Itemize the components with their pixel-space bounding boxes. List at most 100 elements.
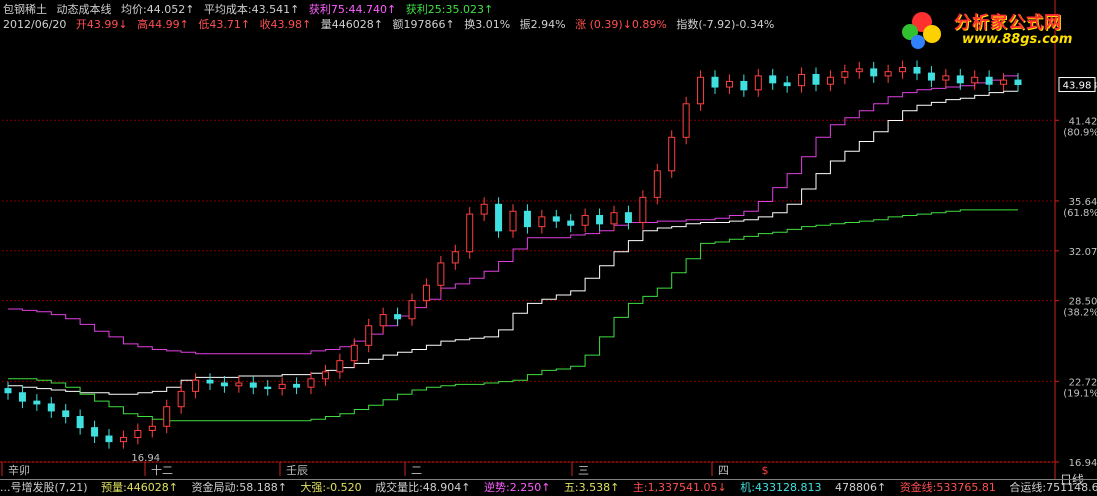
candle-body <box>624 212 632 223</box>
candle-body <box>264 386 272 390</box>
candle-body <box>466 213 474 253</box>
turnover-label: 换3.01% <box>464 18 511 31</box>
logo-icon <box>902 12 941 49</box>
candle-body <box>148 425 156 431</box>
index-label: 指数(-7.92)-0.34% <box>676 18 775 31</box>
header-row-2: 2012/06/20 开43.99↓ 高44.99↑ 低43.71↑ 收43.9… <box>3 18 780 32</box>
bottom-item: 机:433128.813 <box>740 481 822 494</box>
y-tick-label: 22.72 <box>1069 377 1097 388</box>
candle-body <box>1000 79 1008 85</box>
candle-body <box>379 314 387 327</box>
candle-body <box>942 75 950 81</box>
candle-body <box>293 383 301 388</box>
date-label: 2012/06/20 <box>3 18 67 31</box>
candle-body <box>408 300 416 320</box>
candle-body <box>783 82 791 87</box>
candle-body <box>350 344 358 362</box>
candle-body <box>610 212 618 225</box>
candle-body <box>899 67 907 73</box>
low-annotation: 16.94 <box>131 453 160 464</box>
candle-body <box>76 415 84 429</box>
bottom-item: 大强:-0.520 <box>300 481 362 494</box>
indicator-name: 动态成本线 <box>56 3 112 16</box>
bottom-item: ...号增发股(7,21) <box>0 481 88 494</box>
y-tick-label-percent: (19.1%) <box>1063 388 1097 399</box>
candle-body <box>971 76 979 84</box>
site-logo: 分析家公式网 www.88gs.com <box>898 4 1094 52</box>
candle-body <box>884 71 892 77</box>
bottom-item: 合运线:751148.60 <box>1009 481 1097 494</box>
candle-body <box>812 73 820 85</box>
bottom-item: 五:3.538↑ <box>563 481 620 494</box>
candle-body <box>62 410 70 417</box>
candle-body <box>177 390 185 408</box>
y-tick-label-percent: (38.2%) <box>1063 308 1097 319</box>
candle-body <box>119 436 127 443</box>
candle-body <box>956 75 964 84</box>
profit25-label: 获利25:35.023↑ <box>405 3 494 16</box>
change-label: 涨 (0.39)↓0.89% <box>575 18 667 31</box>
bottom-item: 资金线:533765.81 <box>899 481 996 494</box>
candle-body <box>725 80 733 88</box>
open-label: 开43.99↓ <box>75 18 128 31</box>
low-label: 低43.71↑ <box>198 18 251 31</box>
last-price-label: 43.98 <box>1063 81 1092 92</box>
candle-body <box>567 220 575 226</box>
indicator-bar: ...号增发股(7,21) 预量:446028↑ 资金局动:58.188↑ 大强… <box>0 479 1097 496</box>
y-tick-label-percent: (61.8%) <box>1063 208 1097 219</box>
logo-text: 分析家公式网 <box>954 13 1062 33</box>
profit75-label: 获利75:44.740↑ <box>308 3 397 16</box>
candle-body <box>826 76 834 85</box>
candle-body <box>206 379 214 384</box>
candle-body <box>841 71 849 78</box>
y-tick-label: 32.07 <box>1069 247 1097 258</box>
candle-body <box>639 196 647 223</box>
bottom-item: 478806↑ <box>834 481 887 494</box>
candle-body <box>91 427 99 437</box>
candle-body <box>192 379 200 392</box>
candle-body <box>163 406 171 427</box>
bottom-item: 成交量比:48.904↑ <box>375 481 471 494</box>
bottom-item: 预量:446028↑ <box>101 481 178 494</box>
candle-body <box>668 136 676 172</box>
candle-body <box>985 76 993 85</box>
volume-label: 量446028↑ <box>320 18 383 31</box>
dollar-marker: $ <box>762 464 769 477</box>
candle-body <box>913 67 921 74</box>
candle-body <box>682 103 690 138</box>
candle-body <box>870 68 878 77</box>
y-tick-label-percent: (80.9%) <box>1063 127 1097 138</box>
candle-body <box>235 382 243 387</box>
candle-body <box>278 383 286 390</box>
bottom-item: 资金局动:58.188↑ <box>191 481 287 494</box>
x-tick-label: 壬辰 <box>286 464 308 477</box>
amplitude-label: 振2.94% <box>519 18 566 31</box>
avg-price-label: 均价:44.052↑ <box>121 3 195 16</box>
candle-body <box>927 72 935 81</box>
candle-body <box>653 170 661 198</box>
candle-body <box>365 325 373 346</box>
high-label: 高44.99↑ <box>137 18 189 31</box>
y-tick-label: 41.42 <box>1069 116 1097 127</box>
candle-body <box>495 203 503 232</box>
candle-body <box>798 73 806 87</box>
candle-body <box>509 210 517 232</box>
candle-body <box>220 382 228 387</box>
chart-area: 43.98 41.42 35.64 32.07 28.50 22.72 16.94 (80.9… <box>0 0 1097 479</box>
candle-body <box>451 251 459 264</box>
candle-body <box>769 75 777 84</box>
candle-body <box>711 76 719 88</box>
bottom-item: 主:1,337541.05↓ <box>632 481 727 494</box>
candle-body <box>596 214 604 225</box>
x-tick-label: 十二 <box>151 463 173 477</box>
candle-body <box>134 429 142 438</box>
candle-body <box>249 382 257 388</box>
candle-body <box>105 435 113 443</box>
x-tick-label: 辛卯 <box>8 463 30 477</box>
candle-body <box>538 216 546 228</box>
candle-body <box>697 76 705 105</box>
candle-body <box>4 388 12 394</box>
y-tick-label: 16.94 <box>1069 458 1097 469</box>
candle-body <box>437 262 445 286</box>
candle-body <box>321 371 329 380</box>
